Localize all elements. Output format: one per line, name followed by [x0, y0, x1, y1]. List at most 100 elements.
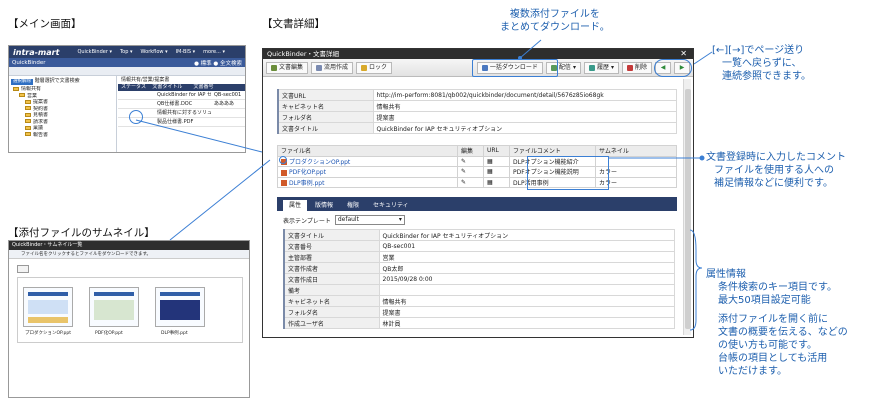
- nav-highlight-box: [654, 59, 692, 77]
- intra-mart-logo: intra-mart: [13, 47, 60, 57]
- copy-icon: [316, 64, 323, 71]
- download-highlight-box: [472, 59, 558, 77]
- main-screen-screenshot: intra-mart QuickBinder ▾ Top ▾ Workflow …: [8, 45, 246, 153]
- list-view-icon[interactable]: [17, 265, 29, 273]
- edit-icon[interactable]: ✎: [457, 155, 484, 167]
- window-title-bar: QuickBinder・文書詳細 ✕: [263, 49, 693, 59]
- thumbnail-caption[interactable]: PDF化OP.ppt: [95, 330, 151, 336]
- tree-item[interactable]: 報告書: [9, 132, 116, 139]
- folder-icon: [25, 132, 31, 136]
- folder-icon: [25, 106, 31, 110]
- thumbnail-item[interactable]: [89, 287, 139, 327]
- comment-highlight-box: [527, 156, 609, 190]
- main-toolbar: [9, 67, 245, 76]
- table-row: 文書URL http://im-perform:8081/qb002/quickb…: [277, 89, 677, 101]
- table-row: 文書タイトル QuickBinder for IAP セキュリティオプション: [283, 229, 675, 241]
- tab-permissions[interactable]: 権限: [341, 200, 365, 211]
- table-row: 文書作成日 2015/09/28 0:00: [283, 273, 675, 285]
- scrollbar-thumb[interactable]: [685, 89, 691, 329]
- table-row: 備考: [283, 284, 675, 296]
- table-row: 文書番号 QB-sec001: [283, 240, 675, 252]
- callout-dot: [699, 155, 705, 161]
- table-row: 主管部署 営業: [283, 251, 675, 263]
- edit-icon[interactable]: ✎: [457, 176, 484, 188]
- lock-button[interactable]: ロック: [356, 61, 393, 74]
- thumbnail-label: 【添付ファイルのサムネイル】: [8, 227, 155, 239]
- file-link[interactable]: DLP事例.ppt: [289, 180, 324, 187]
- menu-top[interactable]: Top ▾: [120, 49, 133, 55]
- history-icon: [588, 64, 595, 71]
- thumbnail-item[interactable]: [23, 287, 73, 327]
- download-note: 複数添付ファイルを まとめてダウンロード。: [500, 9, 610, 33]
- tab-security[interactable]: セキュリティ: [367, 200, 415, 211]
- thumbnail-screenshot: QuickBinder・サムネイル一覧 ファイル名をクリックするとファイルをダウ…: [8, 240, 250, 398]
- copy-create-button[interactable]: 流用作成: [311, 61, 354, 74]
- thumbnail-window-title: QuickBinder・サムネイル一覧: [9, 241, 249, 250]
- ppt-file-icon: [281, 180, 287, 187]
- thumbnail-caption[interactable]: プロダクションOP.ppt: [25, 330, 81, 336]
- attributes-note: 属性情報 条件検索のキー項目です。 最大50項目設定可能 添付ファイルを開く前に…: [706, 269, 848, 377]
- attached-files-table: ファイル名 編集 URL ファイルコメント サムネイル プロダクションOP.pp…: [277, 145, 677, 188]
- template-select[interactable]: default: [334, 215, 405, 225]
- tab-version[interactable]: 版情報: [309, 200, 339, 211]
- history-button[interactable]: 履歴 ▾: [583, 61, 619, 74]
- detail-label: 【文書詳細】: [262, 18, 325, 30]
- menu-workflow[interactable]: Workflow ▾: [141, 49, 168, 55]
- table-row: フォルダ名 提案書: [277, 111, 677, 123]
- tab-attributes[interactable]: 属性: [283, 200, 308, 211]
- clear-selection-button[interactable]: 選択解除: [11, 79, 33, 85]
- comment-note: 文書登録時に入力したコメント ファイルを使用する人への 補足情報などに便利です。: [706, 152, 846, 189]
- folder-path: 情報共有/営業/提案書: [121, 77, 170, 83]
- edit-document-button[interactable]: 文書編集: [266, 61, 309, 74]
- folder-icon: [19, 93, 25, 97]
- search-options[interactable]: ● 標準 ● 全文検索: [194, 59, 242, 67]
- scrollbar[interactable]: [683, 79, 691, 335]
- table-row: PDF化OP.ppt ✎ ▦ PDFオプション機能説明 カラー: [277, 166, 677, 178]
- table-row: 文書タイトル QuickBinder for IAP セキュリティオプション: [277, 122, 677, 134]
- window-title: QuickBinder・文書詳細: [267, 50, 340, 58]
- menu-more[interactable]: more... ▾: [203, 49, 225, 55]
- thumbnail-item[interactable]: [155, 287, 205, 327]
- attributes-table: 文書タイトル QuickBinder for IAP セキュリティオプション 文書…: [283, 229, 675, 329]
- url-icon[interactable]: ▦: [483, 155, 510, 167]
- file-highlight-circle: [279, 156, 287, 164]
- folder-icon: [25, 125, 31, 130]
- pencil-icon: [271, 64, 277, 71]
- list-item[interactable]: QuickBinder for IAP セキ QB-sec001: [118, 91, 245, 100]
- detail-tabs: 属性 版情報 権限 セキュリティ: [277, 197, 677, 211]
- template-row: 表示テンプレート default: [283, 215, 405, 225]
- im-header: intra-mart QuickBinder ▾ Top ▾ Workflow …: [9, 46, 245, 58]
- url-icon[interactable]: ▦: [483, 176, 510, 188]
- list-item[interactable]: QB仕様書.DOC ああああ: [118, 100, 245, 109]
- main-screen-label: 【メイン画面】: [8, 18, 82, 30]
- folder-icon: [25, 99, 31, 104]
- table-header: ファイル名 編集 URL ファイルコメント サムネイル: [277, 145, 677, 157]
- menu-quickbinder[interactable]: QuickBinder ▾: [77, 49, 112, 55]
- folder-icon: [13, 86, 19, 91]
- close-icon[interactable]: ✕: [680, 49, 687, 59]
- file-link[interactable]: プロダクションOP.ppt: [289, 159, 350, 166]
- nav-note: [←][→]でページ送り 一覧へ戻らずに、 連続参照できます。: [712, 45, 811, 82]
- folder-tree-pane: 選択解除 階層選択で文書検索 情報共有 営業 提案書 契約書 見積書 請求書 稟…: [9, 76, 117, 152]
- document-properties-table: 文書URL http://im-perform:8081/qb002/quickb…: [277, 89, 677, 134]
- delete-icon: [626, 64, 633, 71]
- ppt-file-icon: [281, 169, 287, 176]
- app-bar: QuickBinder ● 標準 ● 全文検索: [9, 58, 245, 67]
- table-row: 作成ユーザ名 林計員: [283, 317, 675, 329]
- document-url[interactable]: http://im-perform:8081/qb002/quickbinder…: [372, 89, 677, 101]
- thumbnail-hint: ファイル名をクリックするとファイルをダウンロードできます。: [9, 250, 249, 259]
- file-link[interactable]: PDF化OP.ppt: [289, 169, 326, 176]
- thumbnail-caption[interactable]: DLP事例.ppt: [161, 330, 217, 336]
- hierarchy-search-checkbox[interactable]: 階層選択で文書検索: [35, 78, 80, 84]
- highlight-circle: [129, 110, 143, 124]
- menu-imbis[interactable]: IM-BIS ▾: [176, 49, 196, 55]
- template-label: 表示テンプレート: [283, 217, 331, 225]
- url-icon[interactable]: ▦: [483, 166, 510, 178]
- nav-callout-line: [693, 51, 713, 65]
- list-header: ステータス 文書タイトル 文書番号: [118, 84, 245, 91]
- lock-icon: [361, 64, 368, 71]
- table-row: キャビネット名 情報共有: [277, 100, 677, 112]
- delete-button[interactable]: 削除: [621, 61, 652, 74]
- document-detail-window: QuickBinder・文書詳細 ✕ 文書編集 流用作成 ロック 一括ダウンロー…: [262, 48, 694, 338]
- edit-icon[interactable]: ✎: [457, 166, 484, 178]
